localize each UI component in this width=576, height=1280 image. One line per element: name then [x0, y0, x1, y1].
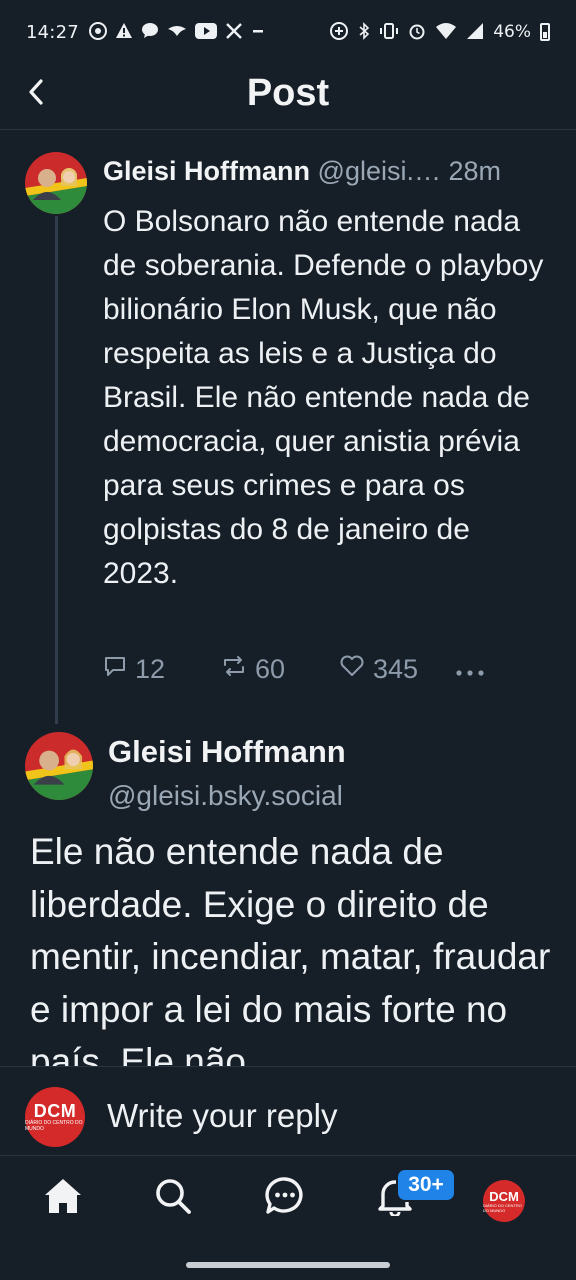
author-handle[interactable]: @gleisi.bsky.social	[108, 780, 343, 812]
profile-avatar[interactable]: DCM DIÁRIO DO CENTRO DO MUNDO	[483, 1180, 525, 1222]
like-count: 345	[373, 654, 419, 684]
reply-count: 12	[135, 654, 166, 684]
notification-badge: 30+	[396, 1168, 456, 1202]
dash-icon	[251, 24, 265, 41]
bird-icon	[167, 24, 187, 41]
repost-icon	[221, 654, 247, 685]
reply-input[interactable]: Write your reply	[107, 1097, 337, 1135]
signal-icon	[466, 22, 484, 43]
avatar-logo-subtext: DIÁRIO DO CENTRO DO MUNDO	[483, 1202, 522, 1213]
reply-avatar: DCM DIÁRIO DO CENTRO DO MUNDO	[25, 1087, 85, 1147]
youtube-icon	[194, 22, 217, 42]
battery-percent: 46%	[493, 22, 531, 42]
avatar[interactable]	[25, 732, 93, 800]
author-name[interactable]: Gleisi Hoffmann	[103, 156, 310, 186]
repost-count: 60	[255, 654, 286, 684]
search-icon	[153, 1176, 193, 1221]
nav-home[interactable]	[41, 1176, 85, 1220]
bluetooth-icon	[358, 21, 370, 43]
post-time: 28m	[448, 156, 502, 186]
reply-bar[interactable]: DCM DIÁRIO DO CENTRO DO MUNDO Write your…	[0, 1066, 576, 1156]
like-button[interactable]: 345	[339, 654, 455, 685]
data-saver-icon	[329, 21, 349, 44]
author-name[interactable]: Gleisi Hoffmann	[108, 734, 346, 770]
header: Post	[0, 64, 576, 130]
reply-button[interactable]: 12	[103, 654, 221, 685]
alert-icon	[115, 22, 133, 42]
post-text: Ele não entende nada de liberdade. Exige…	[30, 831, 551, 1066]
avatar[interactable]	[25, 152, 87, 214]
nav-chat[interactable]	[263, 1176, 307, 1220]
post-text: O Bolsonaro não entende nada de soberani…	[103, 205, 544, 590]
repost-button[interactable]: 60	[221, 654, 339, 685]
vibrate-icon	[379, 22, 399, 43]
more-options-button[interactable]	[455, 654, 485, 685]
battery-icon	[540, 23, 550, 41]
avatar-logo-text: DCM	[33, 1101, 77, 1121]
reply-icon	[103, 654, 127, 685]
wifi-icon	[435, 22, 457, 43]
post-header: Gleisi Hoffmann @gleisi.… 28m	[103, 156, 565, 187]
author-handle[interactable]: @gleisi.…	[318, 156, 441, 186]
ellipsis-icon	[455, 654, 485, 685]
bottom-nav: 30+ DCM DIÁRIO DO CENTRO DO MUNDO	[0, 1156, 576, 1244]
status-time: 14:27	[26, 21, 79, 43]
thread-line	[55, 216, 58, 724]
post-actions: 12 60 345	[103, 654, 485, 685]
status-bar: 14:27 46%	[0, 0, 576, 64]
home-icon	[43, 1177, 83, 1220]
chat-icon	[265, 1176, 305, 1221]
chrome-icon	[88, 21, 107, 43]
page-title: Post	[246, 72, 330, 114]
avatar-logo-subtext: DIÁRIO DO CENTRO DO MUNDO	[25, 1120, 83, 1132]
alarm-icon	[408, 22, 426, 43]
avatar-logo-text: DCM	[489, 1188, 519, 1204]
home-indicator[interactable]	[186, 1262, 390, 1268]
heart-icon	[339, 654, 365, 685]
nav-search[interactable]	[151, 1176, 195, 1220]
x-icon	[225, 22, 243, 43]
chat-bubble-icon	[141, 22, 159, 42]
